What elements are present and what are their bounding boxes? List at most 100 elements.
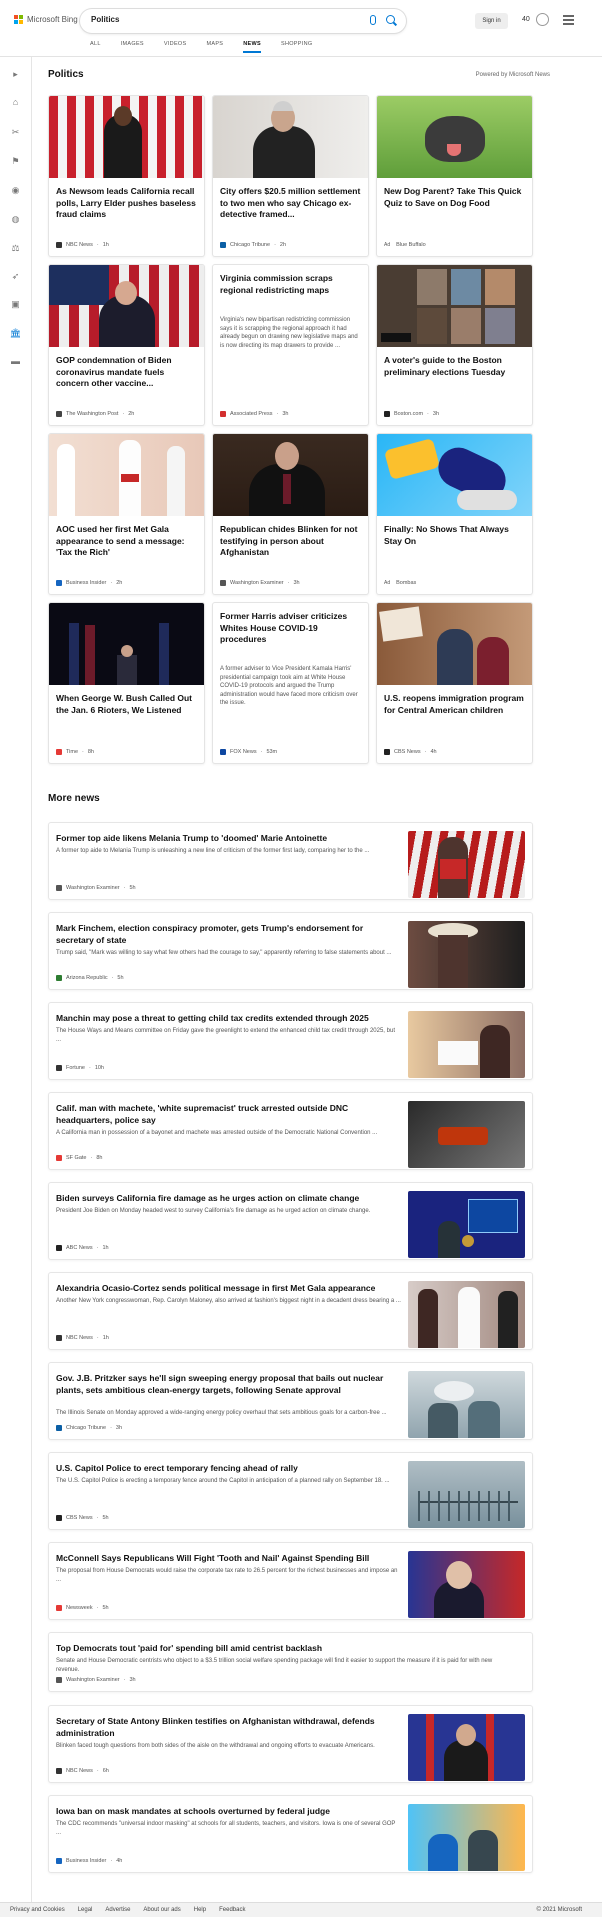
- news-card[interactable]: City offers $20.5 million settlement to …: [212, 95, 369, 257]
- rocket-icon[interactable]: ➶: [10, 271, 21, 282]
- news-row[interactable]: Top Democrats tout 'paid for' spending b…: [48, 1632, 533, 1692]
- row-description: A California man in possession of a bayo…: [56, 1130, 378, 1136]
- copyright: © 2021 Microsoft: [536, 1907, 582, 1913]
- news-card[interactable]: As Newsom leads California recall polls,…: [48, 95, 205, 257]
- news-row[interactable]: Former top aide likens Melania Trump to …: [48, 822, 533, 900]
- location-pin-icon[interactable]: ◉: [10, 185, 21, 196]
- card-title[interactable]: As Newsom leads California recall polls,…: [56, 186, 197, 221]
- news-row[interactable]: Mark Finchem, election conspiracy promot…: [48, 912, 533, 990]
- row-title[interactable]: Biden surveys California fire damage as …: [56, 1192, 401, 1204]
- footer-link-privacy[interactable]: Privacy and Cookies: [10, 1907, 65, 1913]
- row-title[interactable]: Iowa ban on mask mandates at schools ove…: [56, 1805, 401, 1817]
- row-title[interactable]: Manchin may pose a threat to getting chi…: [56, 1012, 401, 1024]
- news-card[interactable]: AOC used her first Met Gala appearance t…: [48, 433, 205, 595]
- card-title[interactable]: GOP condemnation of Biden coronavirus ma…: [56, 355, 197, 390]
- news-row[interactable]: McConnell Says Republicans Will Fight 'T…: [48, 1542, 533, 1620]
- card-title[interactable]: When George W. Bush Called Out the Jan. …: [56, 693, 197, 716]
- card-title[interactable]: Finally: No Shows That Always Stay On: [384, 524, 525, 547]
- powered-by[interactable]: Powered by Microsoft News: [476, 72, 550, 78]
- search-box[interactable]: Politics: [80, 9, 406, 33]
- news-row[interactable]: Secretary of State Antony Blinken testif…: [48, 1705, 533, 1783]
- news-card[interactable]: Virginia commission scraps regional redi…: [212, 264, 369, 426]
- sign-in-button[interactable]: Sign in: [475, 13, 508, 29]
- footer-link-feedback[interactable]: Feedback: [219, 1907, 245, 1913]
- row-source: Washington Examiner · 5h: [56, 885, 136, 891]
- card-title[interactable]: AOC used her first Met Gala appearance t…: [56, 524, 197, 559]
- tab-shopping[interactable]: SHOPPING: [281, 41, 312, 53]
- card-title[interactable]: U.S. reopens immigration program for Cen…: [384, 693, 525, 716]
- menu-icon[interactable]: [563, 15, 574, 27]
- scales-icon[interactable]: ⚖: [10, 243, 21, 254]
- row-title[interactable]: Calif. man with machete, 'white supremac…: [56, 1102, 401, 1126]
- row-title[interactable]: Former top aide likens Melania Trump to …: [56, 832, 401, 844]
- news-row[interactable]: U.S. Capitol Police to erect temporary f…: [48, 1452, 533, 1530]
- tab-all[interactable]: ALL: [90, 41, 101, 53]
- news-card[interactable]: Republican chides Blinken for not testif…: [212, 433, 369, 595]
- row-description: President Joe Biden on Monday headed wes…: [56, 1208, 371, 1214]
- card-title[interactable]: A voter's guide to the Boston preliminar…: [384, 355, 525, 378]
- news-row[interactable]: Alexandria Ocasio-Cortez sends political…: [48, 1272, 533, 1350]
- tools-icon[interactable]: ✂: [10, 127, 21, 138]
- money-icon[interactable]: ▬: [10, 355, 21, 366]
- footer-link-advertise[interactable]: Advertise: [105, 1907, 130, 1913]
- row-title[interactable]: Alexandria Ocasio-Cortez sends political…: [56, 1282, 401, 1294]
- news-row[interactable]: Iowa ban on mask mandates at schools ove…: [48, 1795, 533, 1873]
- expand-icon[interactable]: ▸: [10, 69, 21, 80]
- row-title[interactable]: Top Democrats tout 'paid for' spending b…: [56, 1642, 516, 1654]
- footer-link-legal[interactable]: Legal: [78, 1907, 93, 1913]
- home-icon[interactable]: ⌂: [10, 96, 21, 107]
- card-source: Business Insider · 2h: [56, 580, 122, 586]
- row-title[interactable]: Mark Finchem, election conspiracy promot…: [56, 922, 401, 946]
- card-title[interactable]: City offers $20.5 million settlement to …: [220, 186, 361, 221]
- news-image: [377, 603, 532, 685]
- news-card[interactable]: U.S. reopens immigration program for Cen…: [376, 602, 533, 764]
- row-image: [408, 831, 525, 898]
- row-title[interactable]: McConnell Says Republicans Will Fight 'T…: [56, 1552, 401, 1564]
- rewards-points[interactable]: 40: [522, 16, 530, 23]
- card-description: Virginia's new bipartisan redistricting …: [220, 317, 358, 349]
- politics-building-icon[interactable]: 🏛: [10, 328, 21, 339]
- search-icon[interactable]: [386, 15, 395, 24]
- card-title[interactable]: Republican chides Blinken for not testif…: [220, 524, 361, 559]
- washington-post-logo-icon: [56, 411, 62, 417]
- film-icon[interactable]: ▣: [10, 299, 21, 310]
- news-row[interactable]: Manchin may pose a threat to getting chi…: [48, 1002, 533, 1080]
- row-source: Chicago Tribune · 3h: [56, 1425, 122, 1431]
- globe-icon[interactable]: ◍: [10, 214, 21, 225]
- search-input[interactable]: Politics: [91, 15, 119, 24]
- row-title[interactable]: Secretary of State Antony Blinken testif…: [56, 1715, 401, 1739]
- card-title[interactable]: Virginia commission scraps regional redi…: [220, 273, 361, 296]
- row-description: Another New York congresswoman, Rep. Car…: [56, 1298, 401, 1304]
- tab-images[interactable]: IMAGES: [121, 41, 144, 53]
- tab-news[interactable]: NEWS: [243, 41, 261, 53]
- footer-link-help[interactable]: Help: [194, 1907, 206, 1913]
- card-source: CBS News · 4h: [384, 749, 437, 755]
- card-title[interactable]: New Dog Parent? Take This Quick Quiz to …: [384, 186, 525, 209]
- washington-examiner-logo-icon: [220, 580, 226, 586]
- time-logo-icon: [56, 749, 62, 755]
- news-card[interactable]: A voter's guide to the Boston preliminar…: [376, 264, 533, 426]
- news-row[interactable]: Biden surveys California fire damage as …: [48, 1182, 533, 1260]
- row-image: [408, 1281, 525, 1348]
- news-row[interactable]: Gov. J.B. Pritzker says he'll sign sweep…: [48, 1362, 533, 1440]
- card-title[interactable]: Former Harris adviser criticizes Whites …: [220, 611, 361, 646]
- news-row[interactable]: Calif. man with machete, 'white supremac…: [48, 1092, 533, 1170]
- tab-videos[interactable]: VIDEOS: [164, 41, 187, 53]
- row-description: The CDC recommends "universal indoor mas…: [56, 1821, 396, 1836]
- news-card[interactable]: Former Harris adviser criticizes Whites …: [212, 602, 369, 764]
- microsoft-bing-logo[interactable]: Microsoft Bing: [14, 15, 78, 24]
- news-card[interactable]: GOP condemnation of Biden coronavirus ma…: [48, 264, 205, 426]
- ad-card[interactable]: New Dog Parent? Take This Quick Quiz to …: [376, 95, 533, 257]
- footer-link-about-ads[interactable]: About our ads: [143, 1907, 180, 1913]
- row-source: SF Gate · 8h: [56, 1155, 102, 1161]
- rewards-trophy-icon[interactable]: [536, 13, 549, 26]
- row-title[interactable]: U.S. Capitol Police to erect temporary f…: [56, 1462, 401, 1474]
- microphone-icon[interactable]: [370, 15, 376, 25]
- card-source: Time · 8h: [56, 749, 94, 755]
- flag-icon[interactable]: ⚑: [10, 156, 21, 167]
- ad-card[interactable]: Finally: No Shows That Always Stay On Ad…: [376, 433, 533, 595]
- tab-maps[interactable]: MAPS: [206, 41, 223, 53]
- row-title[interactable]: Gov. J.B. Pritzker says he'll sign sweep…: [56, 1372, 401, 1396]
- row-source: Newsweek · 5h: [56, 1605, 109, 1611]
- news-card[interactable]: When George W. Bush Called Out the Jan. …: [48, 602, 205, 764]
